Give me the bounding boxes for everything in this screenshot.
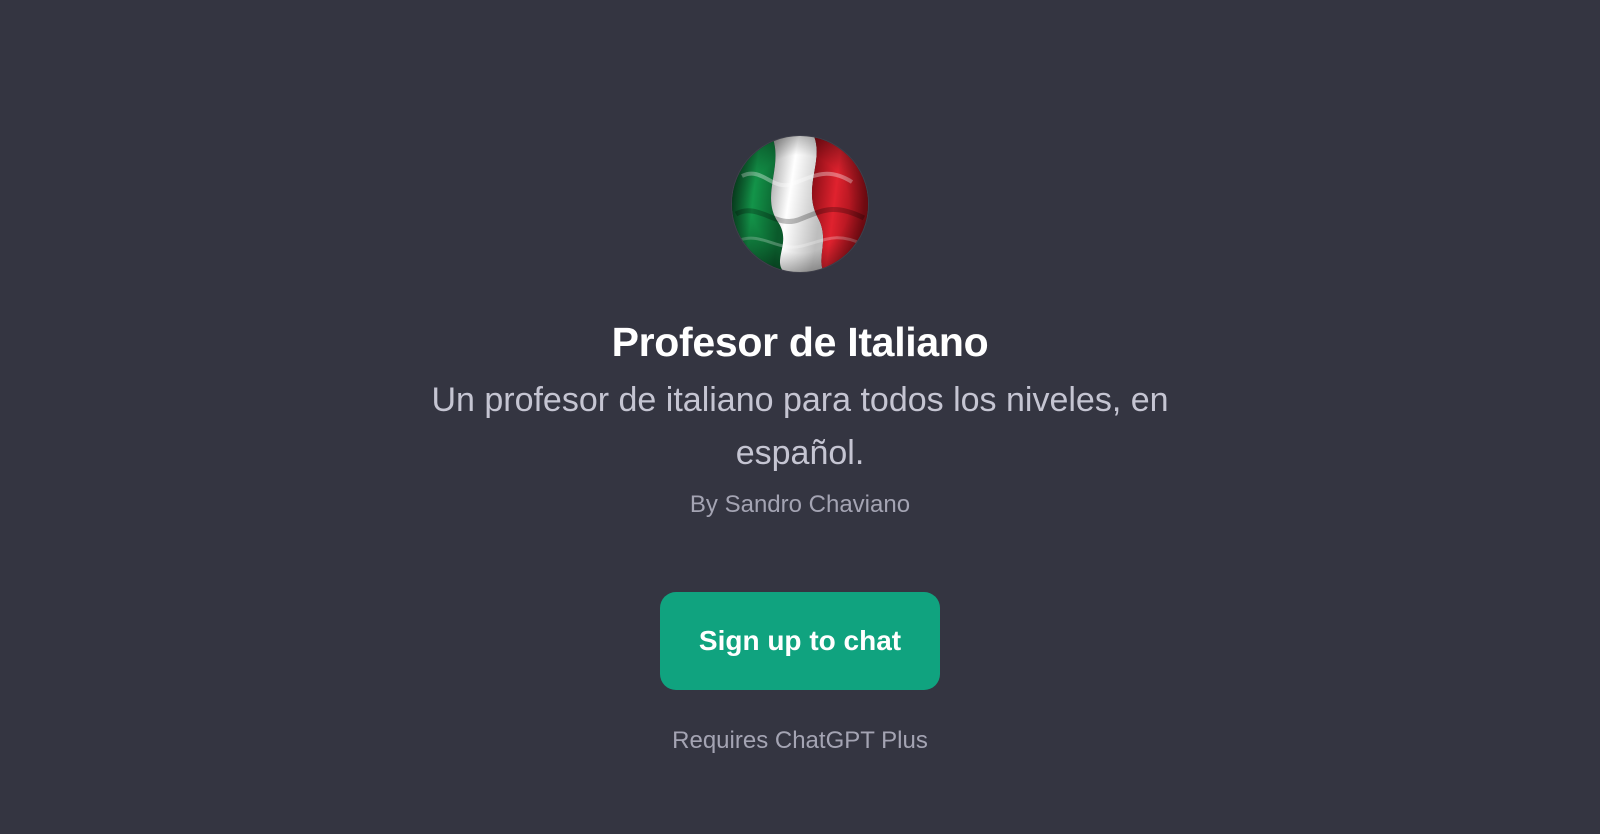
plus-requirement-note: Requires ChatGPT Plus bbox=[672, 727, 928, 754]
italian-flag-avatar-icon bbox=[732, 136, 868, 272]
gpt-author: By Sandro Chaviano bbox=[689, 491, 911, 518]
sign-up-to-chat-button[interactable]: Sign up to chat bbox=[660, 592, 940, 690]
gpt-landing-page: Profesor de Italiano Un profesor de ital… bbox=[0, 0, 1600, 834]
gpt-avatar bbox=[732, 136, 868, 272]
gpt-description: Un profesor de italiano para todos los n… bbox=[431, 381, 1169, 472]
gpt-title: Profesor de Italiano bbox=[611, 319, 989, 365]
